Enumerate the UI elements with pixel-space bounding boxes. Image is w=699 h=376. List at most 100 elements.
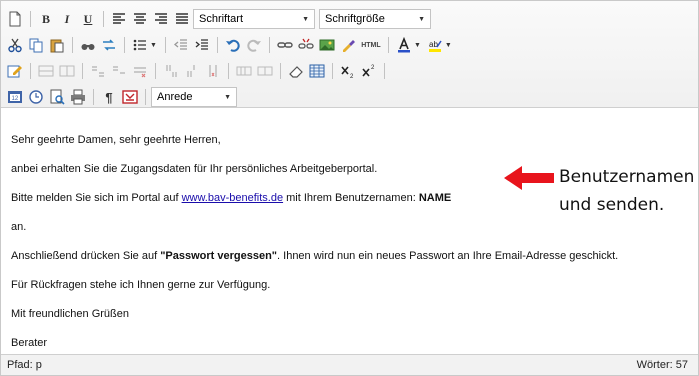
- insert-time-icon[interactable]: [26, 87, 46, 107]
- toolbar-separator: [145, 89, 146, 105]
- toolbar-row-1: B I U Schriftart ▼ Schriftgröße ▼: [5, 7, 434, 31]
- forgot-password-label: "Passwort vergessen": [160, 250, 278, 262]
- wysiwyg-editor: B I U Schriftart ▼ Schriftgröße ▼ ▼ HTML…: [0, 0, 699, 376]
- bold-button[interactable]: B: [36, 9, 56, 29]
- toolbar-separator: [384, 63, 385, 79]
- editor-statusbar: Pfad: p Wörter: 57: [1, 354, 698, 375]
- align-left-icon[interactable]: [109, 9, 129, 29]
- edit-icon[interactable]: [5, 61, 25, 81]
- font-family-select[interactable]: Schriftart ▼: [193, 9, 315, 29]
- toolbar-separator: [124, 37, 125, 53]
- insert-row-before-icon[interactable]: [88, 61, 108, 81]
- indent-icon[interactable]: [192, 35, 212, 55]
- eraser-icon[interactable]: [286, 61, 306, 81]
- align-justify-icon[interactable]: [172, 9, 192, 29]
- svg-text:ab: ab: [429, 40, 438, 49]
- text-line-signature: Berater: [11, 337, 48, 349]
- insert-date-icon[interactable]: 12: [5, 87, 25, 107]
- redo-icon[interactable]: [244, 35, 264, 55]
- unlink-icon[interactable]: [296, 35, 316, 55]
- insert-field-icon[interactable]: [120, 87, 140, 107]
- toolbar-row-3: 2 2: [5, 59, 389, 83]
- toolbar-row-2: ▼ HTML ▼ ab ▼: [5, 33, 455, 57]
- svg-text:2: 2: [371, 65, 375, 71]
- preview-icon[interactable]: [47, 87, 67, 107]
- align-right-icon[interactable]: [151, 9, 171, 29]
- insert-col-before-icon[interactable]: [161, 61, 181, 81]
- text-line-an: an.: [11, 221, 27, 233]
- svg-text:2: 2: [350, 74, 354, 79]
- annotation-text-line-1: Benutzernamen: [559, 167, 695, 187]
- toolbar-separator: [72, 37, 73, 53]
- delete-row-icon[interactable]: [130, 61, 150, 81]
- text-line-login: Bitte melden Sie sich im Portal auf www.…: [11, 192, 451, 204]
- cleanup-icon[interactable]: [338, 35, 358, 55]
- portal-link[interactable]: www.bav-benefits.de: [182, 192, 284, 204]
- toolbar-separator: [216, 37, 218, 53]
- table-icon[interactable]: [307, 61, 327, 81]
- table-row-props-icon[interactable]: [36, 61, 56, 81]
- paste-icon[interactable]: [47, 35, 67, 55]
- toolbar-separator: [387, 37, 389, 53]
- delete-col-icon[interactable]: [203, 61, 223, 81]
- toolbar-separator: [82, 63, 83, 79]
- italic-button[interactable]: I: [57, 9, 77, 29]
- merge-cells-icon[interactable]: [255, 61, 275, 81]
- annotation-text-line-2: und senden.: [559, 195, 665, 215]
- split-cells-icon[interactable]: [234, 61, 254, 81]
- new-document-icon[interactable]: [5, 9, 25, 29]
- chevron-down-icon[interactable]: ▼: [150, 42, 157, 49]
- toolbar-separator: [164, 37, 166, 53]
- salutation-select[interactable]: Anrede ▼: [151, 87, 237, 107]
- insert-row-after-icon[interactable]: [109, 61, 129, 81]
- text-color-icon[interactable]: [394, 35, 414, 55]
- print-icon[interactable]: [68, 87, 88, 107]
- image-icon[interactable]: [317, 35, 337, 55]
- editor-content-area[interactable]: Sehr geehrte Damen, sehr geehrte Herren,…: [1, 109, 698, 354]
- toolbar-separator: [228, 63, 229, 79]
- editor-toolbar: B I U Schriftart ▼ Schriftgröße ▼ ▼ HTML…: [1, 1, 698, 108]
- undo-icon[interactable]: [223, 35, 243, 55]
- chevron-down-icon: ▼: [224, 93, 231, 101]
- toolbar-separator: [280, 63, 281, 79]
- html-source-button[interactable]: HTML: [359, 35, 383, 55]
- chevron-down-icon[interactable]: ▼: [445, 42, 452, 49]
- toolbar-separator: [30, 63, 31, 79]
- replace-icon[interactable]: [99, 35, 119, 55]
- text-password-suffix: . Ihnen wird nun ein neues Passwort an I…: [277, 250, 619, 262]
- font-size-select[interactable]: Schriftgröße ▼: [319, 9, 431, 29]
- subscript-icon[interactable]: 2: [338, 61, 358, 81]
- cut-icon[interactable]: [5, 35, 25, 55]
- text-line-questions: Für Rückfragen stehe ich Ihnen gerne zur…: [11, 279, 271, 291]
- salutation-select-value: Anrede: [157, 91, 193, 103]
- toolbar-row-4: 12 ¶ Anrede ▼: [5, 85, 240, 109]
- annotation-arrow-icon: [504, 166, 554, 190]
- text-line-password: Anschließend drücken Sie auf "Passwort v…: [11, 250, 618, 262]
- chevron-down-icon: ▼: [302, 15, 309, 23]
- copy-icon[interactable]: [26, 35, 46, 55]
- text-line-regards: Mit freundlichen Grüßen: [11, 308, 129, 320]
- text-line-intro: anbei erhalten Sie die Zugangsdaten für …: [11, 163, 378, 175]
- chevron-down-icon[interactable]: ▼: [414, 42, 421, 49]
- underline-button[interactable]: U: [78, 9, 98, 29]
- outdent-icon[interactable]: [171, 35, 191, 55]
- text-line-greeting: Sehr geehrte Damen, sehr geehrte Herren,: [11, 134, 221, 146]
- bullet-list-icon[interactable]: [130, 35, 150, 55]
- toolbar-separator: [332, 63, 333, 79]
- superscript-icon[interactable]: 2: [359, 61, 379, 81]
- link-icon[interactable]: [275, 35, 295, 55]
- highlight-color-icon[interactable]: ab: [425, 35, 445, 55]
- font-size-select-value: Schriftgröße: [325, 13, 385, 25]
- insert-col-after-icon[interactable]: [182, 61, 202, 81]
- username-placeholder: NAME: [418, 192, 452, 204]
- text-login-middle: mit Ihrem Benutzernamen:: [283, 192, 419, 204]
- word-count: Wörter: 57: [636, 359, 688, 371]
- align-center-icon[interactable]: [130, 9, 150, 29]
- table-cell-props-icon[interactable]: [57, 61, 77, 81]
- paragraph-mark-icon[interactable]: ¶: [99, 87, 119, 107]
- toolbar-separator: [30, 11, 31, 27]
- element-path: Pfad: p: [7, 359, 42, 371]
- toolbar-separator: [103, 11, 104, 27]
- find-icon[interactable]: [78, 35, 98, 55]
- chevron-down-icon: ▼: [418, 15, 425, 23]
